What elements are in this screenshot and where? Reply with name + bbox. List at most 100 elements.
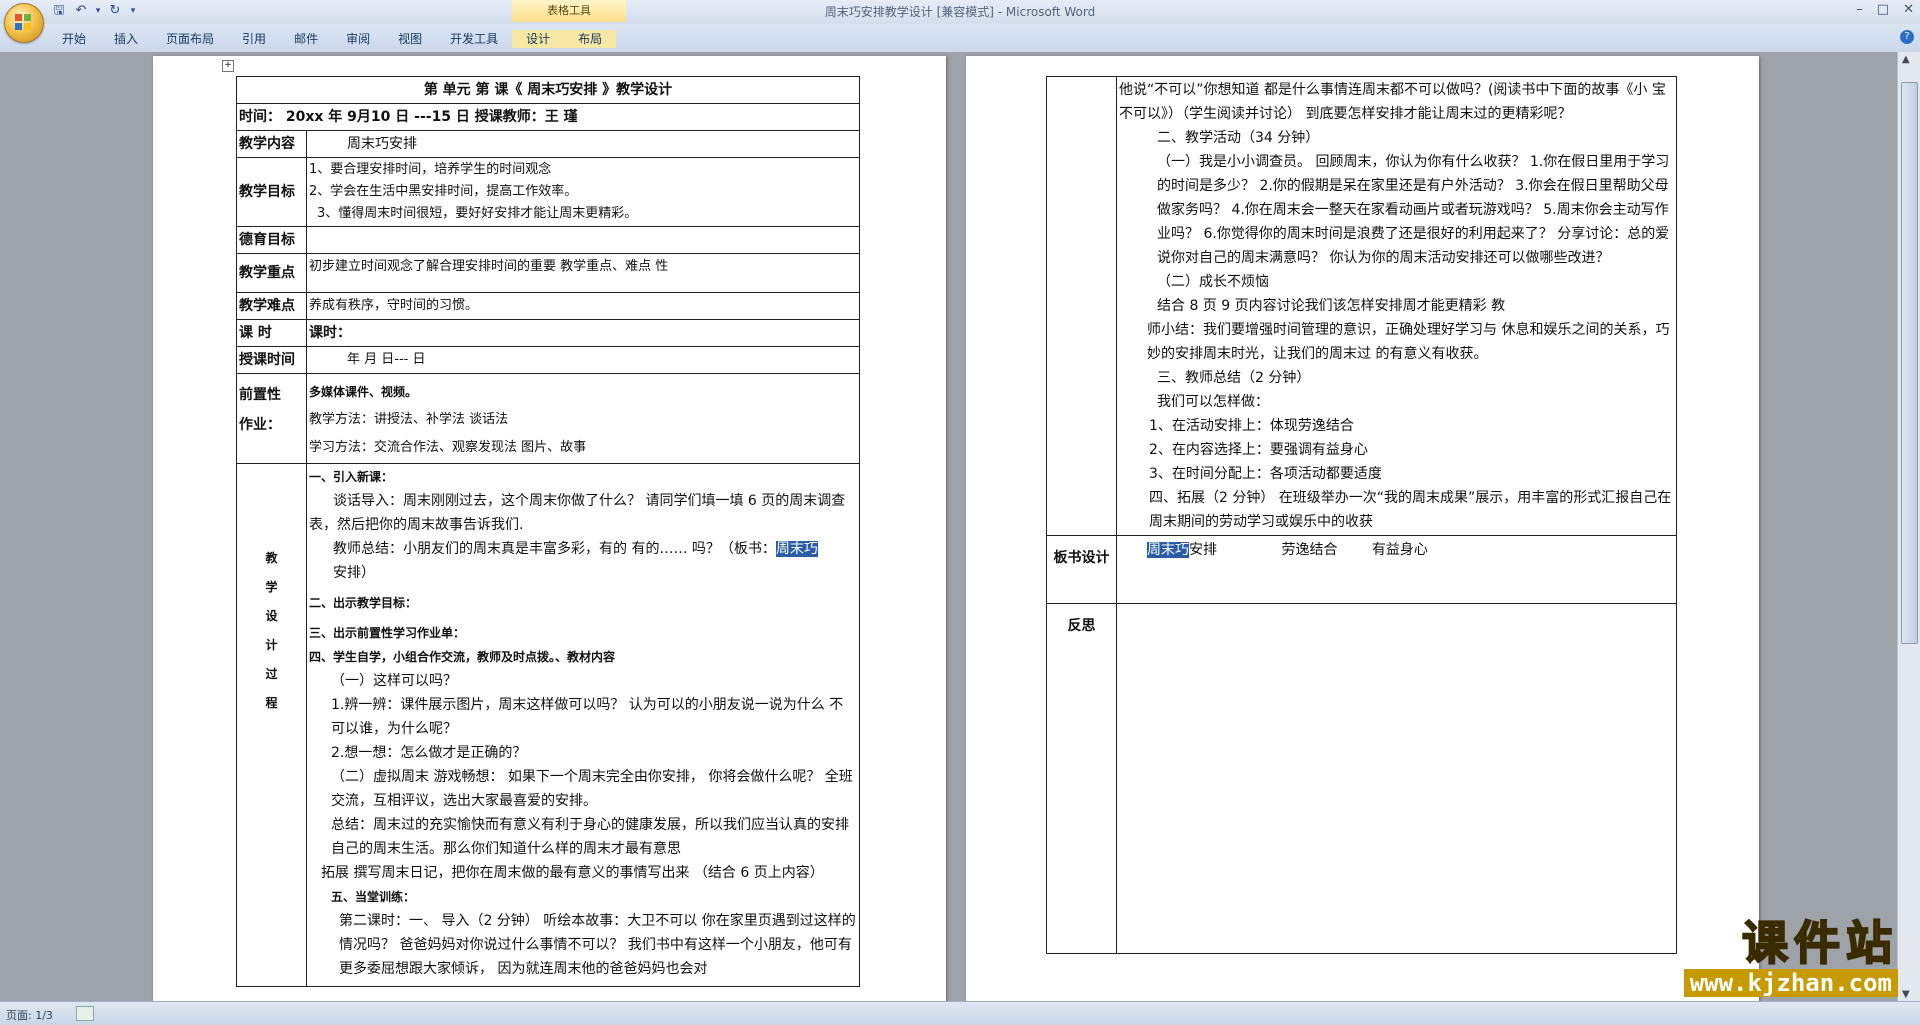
- close-icon[interactable]: ✕: [1903, 2, 1914, 17]
- proofing-icon[interactable]: [76, 1006, 94, 1021]
- paragraph: 谈话导入：周末刚刚过去，这个周末你做了什么？ 请同学们填一填 6 页的周末调查表…: [309, 489, 857, 537]
- goal-item: 2、学会在生活中黑安排时间，提高工作效率。: [309, 184, 578, 199]
- paragraph: 第二课时：一、 导入（2 分钟） 听绘本故事：大卫不可以 你在家里页遇到过这样的…: [339, 913, 856, 977]
- paragraph: 教师总结：小朋友们的周末真是丰富多彩，有的 有的…… 吗？（板书：周末巧安排）: [309, 537, 857, 585]
- table-row: 前置性 作业： 多媒体课件、视频。 教学方法：讲授法、补学法 谈话法 学习方法：…: [236, 373, 860, 464]
- process-content: 一、引入新课： 谈话导入：周末刚刚过去，这个周末你做了什么？ 请同学们填一填 6…: [306, 463, 860, 987]
- goal-label: 教学目标: [236, 157, 307, 227]
- paragraph: 2、在内容选择上：要强调有益身心: [1149, 442, 1368, 458]
- paragraph: 他说“不可以”你想知道 都是什么事情连周末都不可以做吗？(阅读书中下面的故事《小…: [1119, 82, 1666, 122]
- pre-line: 多媒体课件、视频。: [309, 385, 418, 399]
- page-1: 第 单元 第 课《 周末巧安排 》教学设计 时间： 20xx 年 9月10 日 …: [153, 56, 946, 1002]
- status-bar: 页面: 1/3: [0, 1001, 1920, 1025]
- paragraph: 师小结：我们要增强时间管理的意识，正确处理好学习与 休息和娱乐之间的关系，巧妙的…: [1147, 322, 1670, 362]
- paragraph: （二）成长不烦恼: [1157, 274, 1269, 290]
- lesson-label: 课 时: [236, 319, 307, 347]
- tab-table-design[interactable]: 设计: [512, 30, 565, 48]
- board-label: 板书设计: [1046, 535, 1117, 604]
- plan-header: 第 单元 第 课《 周末巧安排 》教学设计: [236, 76, 860, 104]
- pre-line: 学习方法：交流合作法、观察发现法 图片、故事: [309, 440, 587, 455]
- scroll-up-icon[interactable]: ▲: [1902, 54, 1910, 65]
- process-char: 程: [265, 696, 278, 710]
- process-char: 设: [265, 609, 278, 623]
- table-row: 教学重点 初步建立时间观念了解合理安排时间的重要 教学重点、难点 性: [236, 253, 860, 293]
- selected-text[interactable]: 周末巧: [1147, 542, 1189, 558]
- paragraph: 拓展 撰写周末日记，把你在周末做的最有意义的事情写出来 （结合 6 页上内容）: [321, 865, 824, 881]
- paragraph-text: 安排）: [333, 565, 375, 581]
- window-title: 周末巧安排教学设计 [兼容模式] - Microsoft Word: [824, 5, 1096, 19]
- table-row: 他说“不可以”你想知道 都是什么事情连周末都不可以做吗？(阅读书中下面的故事《小…: [1046, 76, 1677, 536]
- difficulty-value: 养成有秩序，守时间的习惯。: [306, 292, 860, 320]
- section-heading: 四、学生自学，小组合作交流，教师及时点拨。、教材内容: [309, 650, 616, 664]
- date-value: 年 月 日--- 日: [306, 346, 860, 374]
- title-bar: 🖫 ↶ ▾ ↻ ▾ 表格工具 周末巧安排教学设计 [兼容模式] - Micros…: [0, 0, 1920, 24]
- time-row: 时间： 20xx 年 9月10 日 ---15 日 授课教师：王 瑾: [236, 103, 860, 131]
- reflection-content[interactable]: [1116, 603, 1677, 954]
- help-icon[interactable]: ?: [1900, 30, 1914, 44]
- tab-review[interactable]: 审阅: [332, 30, 384, 48]
- table-row: 教 学 设 计 过 程 一、引入新课： 谈话导入：周末刚刚过去，这个周末你做了什…: [236, 463, 860, 987]
- section-heading: 五、当堂训练：: [331, 890, 416, 904]
- maximize-icon[interactable]: □: [1877, 2, 1889, 17]
- tab-home[interactable]: 开始: [48, 30, 100, 48]
- process-char: 学: [265, 580, 278, 594]
- paragraph-text: 谈话导入：周末刚刚过去，这个周末你做了什么？ 请同学们填一填 6 页的周末调查表…: [309, 493, 846, 533]
- minimize-icon[interactable]: –: [1856, 2, 1863, 17]
- tab-mailings[interactable]: 邮件: [280, 30, 332, 48]
- key-label: 教学重点: [236, 253, 307, 293]
- process-content-continued: 他说“不可以”你想知道 都是什么事情连周末都不可以做吗？(阅读书中下面的故事《小…: [1116, 76, 1677, 536]
- pre-content: 多媒体课件、视频。 教学方法：讲授法、补学法 谈话法 学习方法：交流合作法、观察…: [306, 373, 860, 464]
- pre-label-line: 前置性: [239, 387, 281, 403]
- tab-insert[interactable]: 插入: [100, 30, 152, 48]
- section-heading: 三、出示前置性学习作业单：: [309, 626, 466, 640]
- table-row: 板书设计 周末巧安排 劳逸结合 有益身心: [1046, 535, 1677, 604]
- scroll-thumb[interactable]: [1901, 82, 1918, 644]
- paragraph: 总结：周末过的充实愉快而有意义有利于身心的健康发展，所以我们应当认真的安排自己的…: [331, 817, 849, 857]
- paragraph: 我们可以怎样做：: [1157, 394, 1269, 410]
- date-label: 授课时间: [236, 346, 307, 374]
- lesson-plan-table: 第 单元 第 课《 周末巧安排 》教学设计 时间： 20xx 年 9月10 日 …: [236, 76, 860, 987]
- scroll-down-icon[interactable]: ▼: [1902, 989, 1910, 1000]
- paragraph: 结合 8 页 9 页内容讨论我们该怎样安排周才能更精彩 教: [1157, 298, 1506, 314]
- moral-label: 德育目标: [236, 226, 307, 254]
- window-controls: – □ ✕: [1856, 2, 1914, 17]
- paragraph: 2.想一想：怎么做才是正确的？: [331, 745, 527, 761]
- section-heading: 二、出示教学目标：: [309, 596, 418, 610]
- goal-item: 1、要合理安排时间，培养学生的时间观念: [309, 162, 552, 177]
- tab-developer[interactable]: 开发工具: [436, 30, 512, 48]
- table-row: 第 单元 第 课《 周末巧安排 》教学设计: [236, 76, 860, 104]
- table-row: 授课时间 年 月 日--- 日: [236, 346, 860, 374]
- watermark-text: 课件站: [1741, 916, 1898, 970]
- process-char: 计: [265, 638, 278, 652]
- selected-text[interactable]: 周末巧: [775, 541, 818, 557]
- board-item: 有益身心: [1371, 542, 1428, 558]
- table-row: 时间： 20xx 年 9月10 日 ---15 日 授课教师：王 瑾: [236, 103, 860, 131]
- paragraph: 3、在时间分配上：各项活动都要适度: [1149, 466, 1382, 482]
- paragraph: （一）这样可以吗？: [331, 673, 457, 689]
- vertical-scrollbar[interactable]: ▲ ▼: [1897, 52, 1920, 1002]
- office-button[interactable]: [4, 3, 44, 43]
- paragraph: 1.辨一辨：课件展示图片，周末这样做可以吗？ 认为可以的小朋友说一说为什么 不可…: [331, 697, 844, 737]
- table-move-handle-icon[interactable]: +: [222, 60, 234, 72]
- process-label-empty: [1046, 76, 1117, 536]
- watermark-url: www.kjzhan.com: [1683, 969, 1898, 997]
- table-row: 反思: [1046, 603, 1677, 954]
- paragraph: 二、教学活动（34 分钟）: [1157, 130, 1320, 146]
- process-char: 教: [265, 551, 278, 565]
- watermark-logo: 课件站 www.kjzhan.com: [1683, 916, 1898, 997]
- table-row: 教学内容 周末巧安排: [236, 130, 860, 158]
- tab-view[interactable]: 视图: [384, 30, 436, 48]
- paragraph: （一）我是小小调查员。 回顾周末，你认为你有什么收获？ 1.你在假日里用于学习的…: [1157, 154, 1670, 266]
- process-label: 教 学 设 计 过 程: [236, 463, 307, 987]
- lesson-plan-table-continued: 他说“不可以”你想知道 都是什么事情连周末都不可以做吗？(阅读书中下面的故事《小…: [1046, 76, 1677, 954]
- page-indicator[interactable]: 页面: 1/3: [6, 1007, 53, 1023]
- tab-references[interactable]: 引用: [228, 30, 280, 48]
- tab-page-layout[interactable]: 页面布局: [152, 30, 228, 48]
- table-row: 德育目标: [236, 226, 860, 254]
- difficulty-label: 教学难点: [236, 292, 307, 320]
- pre-label-line: 作业：: [239, 417, 281, 433]
- tab-table-layout[interactable]: 布局: [564, 30, 617, 48]
- table-row: 教学难点 养成有秩序，守时间的习惯。: [236, 292, 860, 320]
- table-row: 课 时 课时：: [236, 319, 860, 347]
- table-row: 教学目标 1、要合理安排时间，培养学生的时间观念 2、学会在生活中黑安排时间，提…: [236, 157, 860, 227]
